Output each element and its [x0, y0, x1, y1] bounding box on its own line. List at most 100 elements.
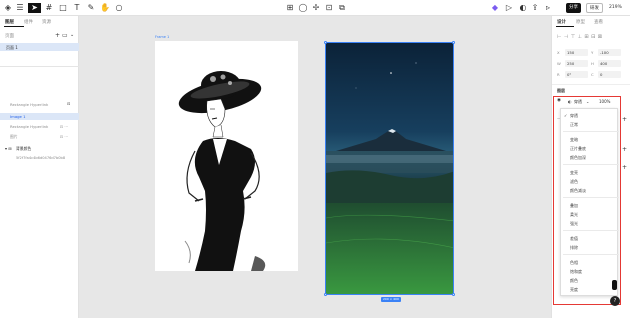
menu-item-screen[interactable]: 滤色: [570, 179, 578, 185]
tab-underline: [556, 26, 574, 27]
layer-row[interactable]: 5f2f7fa4c4b6d0476d7b0b8: [16, 156, 65, 160]
help-icon[interactable]: ?: [610, 296, 620, 306]
field-label-y: Y: [591, 50, 594, 55]
y-field[interactable]: -100: [598, 49, 621, 56]
checkmark-icon: ✓: [564, 113, 568, 118]
resize-handle[interactable]: [452, 293, 455, 296]
lock-icon[interactable]: ⊡ ···: [60, 134, 68, 139]
mountain-landscape-image[interactable]: [325, 42, 454, 295]
component-icon[interactable]: ⊞: [285, 3, 295, 13]
tab-components[interactable]: 组件: [24, 19, 33, 25]
layer-row[interactable]: 图片: [10, 134, 18, 140]
plugin-icon[interactable]: ◆: [490, 3, 500, 13]
add-stroke-icon[interactable]: +: [622, 146, 627, 153]
add-fill-icon[interactable]: +: [622, 116, 627, 123]
mountain-photo: [326, 43, 453, 294]
menu-item-color[interactable]: 颜色: [570, 278, 578, 284]
chevron-down-icon[interactable]: ⌄: [70, 32, 74, 38]
menu-item-exclusion[interactable]: 排除: [570, 245, 578, 251]
field-label-h: H: [591, 61, 594, 66]
menu-item-hard-light[interactable]: 强光: [570, 221, 578, 227]
menu-item-luminosity[interactable]: 亮度: [570, 287, 578, 293]
woman-hat-illustration: [178, 71, 266, 271]
menu-item-lighten[interactable]: 变亮: [570, 170, 578, 176]
page-item-label: 页面 1: [6, 45, 18, 50]
add-page-icon[interactable]: +: [55, 32, 60, 39]
x-field[interactable]: 150: [565, 49, 588, 56]
tab-inspect[interactable]: 查看: [594, 19, 603, 25]
menu-item-overlay[interactable]: 叠加: [570, 203, 578, 209]
menu-separator: [563, 254, 619, 255]
resize-handle[interactable]: [324, 293, 327, 296]
radius-field[interactable]: 0: [598, 71, 621, 78]
layer-group-label: 背景颜色: [16, 146, 32, 151]
play-icon[interactable]: ▷: [504, 3, 514, 13]
menu-item-color-dodge[interactable]: 颜色减淡: [570, 188, 586, 194]
menu-item-difference[interactable]: 差值: [570, 236, 578, 242]
menu-item-passthrough[interactable]: 穿透: [570, 113, 578, 119]
frame-label[interactable]: Frame 1: [155, 35, 169, 39]
blend-mode-menu: ✓ 穿透 正常 变暗 正片叠底 颜色加深 变亮 滤色 颜色减淡 叠加 柔光 强光…: [560, 108, 619, 296]
share-button[interactable]: 分享: [566, 3, 581, 13]
cursor-icon[interactable]: ➤: [28, 3, 41, 13]
preview-icon[interactable]: ◐: [518, 3, 528, 13]
folder-icon[interactable]: ▭: [62, 32, 68, 39]
menu-item-darken[interactable]: 变暗: [570, 137, 578, 143]
menu-item-multiply[interactable]: 正片叠底: [570, 146, 586, 152]
menu-icon[interactable]: ☰: [15, 3, 25, 13]
menu-separator: [563, 164, 619, 165]
side-toggle-icon[interactable]: [612, 280, 617, 290]
section-layer-title: 图层: [557, 88, 565, 93]
resize-handle[interactable]: [324, 41, 327, 44]
dev-mode-button[interactable]: 研发: [586, 3, 603, 13]
frame-icon[interactable]: #: [44, 3, 54, 13]
canvas[interactable]: [79, 16, 551, 318]
divider: [0, 66, 79, 67]
zoom-level[interactable]: 219%: [606, 3, 625, 13]
crop-icon[interactable]: ⊡: [324, 3, 334, 13]
top-toolbar: ◈ ☰ ➤ # □ T ✎ ✋ ○ ⊞ ◯ ✢ ⊡ ⧉ ◆ ▷ ◐ ⇪ ▹ 分享…: [0, 0, 630, 16]
w-field[interactable]: 250: [565, 60, 588, 67]
tab-design[interactable]: 设计: [557, 19, 566, 25]
divider: [552, 84, 630, 85]
prototype-icon[interactable]: ▹: [543, 3, 553, 13]
lock-icon[interactable]: ⊡: [67, 101, 70, 106]
transform-icon[interactable]: ⧉: [337, 3, 347, 13]
rectangle-icon[interactable]: □: [58, 3, 68, 13]
menu-item-soft-light[interactable]: 柔光: [570, 212, 578, 218]
menu-separator: [563, 131, 619, 132]
logo-icon[interactable]: ◈: [3, 3, 13, 13]
mask-icon[interactable]: ◯: [298, 3, 308, 13]
field-label-w: W: [557, 61, 561, 66]
add-effect-icon[interactable]: +: [622, 164, 627, 171]
lock-icon[interactable]: ⊡ ···: [60, 124, 68, 129]
field-label-x: X: [557, 50, 560, 55]
h-field[interactable]: 400: [598, 60, 621, 67]
tab-assets[interactable]: 资源: [42, 19, 51, 25]
field-label-radius: C: [591, 72, 594, 77]
export-icon[interactable]: ⇪: [530, 3, 540, 13]
tab-underline: [4, 26, 24, 27]
tab-layers[interactable]: 图层: [5, 19, 14, 25]
boolean-icon[interactable]: ✢: [311, 3, 321, 13]
rotation-field[interactable]: 0°: [565, 71, 588, 78]
menu-separator: [563, 197, 619, 198]
size-badge: 200 × 400: [381, 297, 401, 302]
resize-handle[interactable]: [452, 41, 455, 44]
layer-group[interactable]: ▾ ⊞: [5, 146, 12, 151]
field-label-rotation: R: [557, 72, 560, 77]
text-icon[interactable]: T: [72, 3, 82, 13]
fashion-illustration-image[interactable]: [155, 41, 298, 271]
menu-item-hue[interactable]: 色相: [570, 260, 578, 266]
menu-item-color-burn[interactable]: 颜色加深: [570, 155, 586, 161]
layer-row[interactable]: Rectangle Hyperlink: [10, 124, 48, 129]
menu-item-saturation[interactable]: 饱和度: [570, 269, 582, 275]
comment-icon[interactable]: ○: [114, 3, 124, 13]
layers-panel: 图层 组件 资源 页面 + ▭ ⌄ 页面 1 Rectangle Hyperli…: [0, 16, 79, 318]
pen-icon[interactable]: ✎: [86, 3, 96, 13]
hand-icon[interactable]: ✋: [100, 3, 110, 13]
menu-item-normal[interactable]: 正常: [570, 122, 578, 128]
layer-row[interactable]: Rectangle Hyperlink: [10, 102, 48, 107]
tab-prototype[interactable]: 原型: [576, 19, 585, 25]
align-icons[interactable]: ⊢⊣⊤⊥⊞⊟⊠: [557, 34, 605, 40]
